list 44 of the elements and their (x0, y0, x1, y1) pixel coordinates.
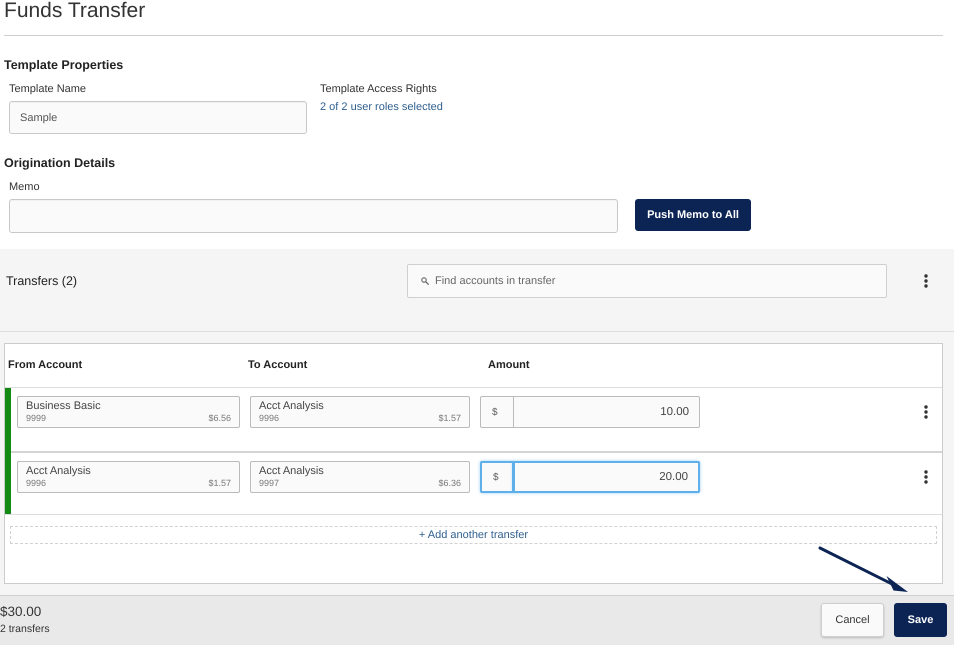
transfers-heading: Transfers (2) (6, 273, 78, 289)
account-balance: $6.56 (208, 413, 231, 424)
account-selector[interactable]: Business Basic 9999 $6.56 (17, 396, 240, 428)
field-label: Template Access Rights (320, 82, 437, 96)
column-header: Amount (488, 358, 530, 374)
more-options-icon[interactable] (924, 470, 928, 484)
account-selector[interactable]: Acct Analysis 9996 $1.57 (17, 461, 240, 493)
currency-label: $ (480, 461, 514, 493)
account-number: 9996 (26, 478, 46, 489)
account-selector[interactable]: Acct Analysis 9997 $6.36 (250, 461, 470, 493)
account-number: 9997 (259, 478, 280, 489)
page-title: Funds Transfer (4, 0, 146, 22)
column-header: To Account (248, 358, 308, 374)
account-balance: $6.36 (438, 478, 461, 489)
memo-field[interactable] (9, 199, 618, 233)
column-header: From Account (8, 358, 82, 374)
account-name: Acct Analysis (259, 400, 324, 413)
push-memo-button[interactable]: Push Memo to All (635, 199, 751, 231)
amount-field[interactable]: 20.00 (513, 461, 700, 493)
access-rights-link[interactable]: 2 of 2 user roles selected (320, 100, 443, 114)
transfer-count: 2 transfers (0, 623, 50, 636)
account-name: Acct Analysis (26, 465, 91, 478)
account-balance: $1.57 (208, 478, 231, 489)
search-icon (421, 277, 429, 285)
section-heading: Template Properties (4, 57, 124, 73)
section-heading: Origination Details (4, 155, 116, 171)
account-selector[interactable]: Acct Analysis 9996 $1.57 (250, 396, 470, 428)
account-balance: $1.57 (438, 413, 461, 424)
account-number: 9996 (259, 413, 280, 424)
cancel-button[interactable]: Cancel (821, 603, 884, 637)
account-number: 9999 (26, 413, 46, 424)
total-amount: $30.00 (0, 604, 42, 620)
more-options-icon[interactable] (924, 274, 928, 288)
add-transfer-button[interactable]: + Add another transfer (10, 526, 937, 544)
currency-label: $ (480, 396, 514, 428)
template-name-field[interactable]: Sample (9, 101, 307, 134)
field-label: Memo (9, 180, 40, 194)
field-label: Template Name (9, 82, 86, 96)
account-name: Business Basic (26, 400, 101, 413)
amount-field[interactable]: 10.00 (513, 396, 700, 428)
more-options-icon[interactable] (924, 405, 928, 419)
search-field[interactable]: Find accounts in transfer (407, 264, 887, 298)
account-name: Acct Analysis (259, 465, 324, 478)
save-button[interactable]: Save (894, 603, 947, 637)
